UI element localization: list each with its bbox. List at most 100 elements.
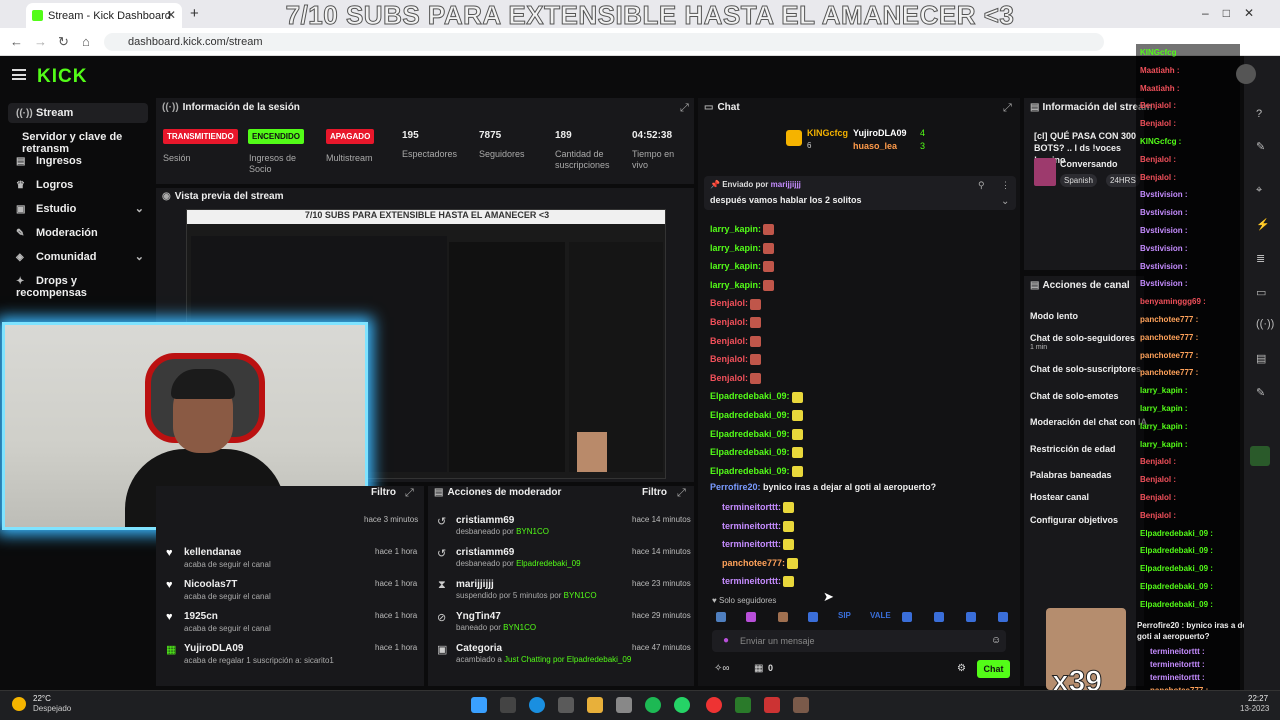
emote-label[interactable]: VALE <box>870 611 891 620</box>
forward-icon[interactable]: → <box>34 34 47 49</box>
sidebar-item-estudio[interactable]: ▣ Estudio ⌄ <box>8 199 148 219</box>
chat-user[interactable]: Benjalol: <box>710 373 748 383</box>
spotify-icon[interactable] <box>645 697 661 713</box>
windows-start-icon[interactable] <box>471 697 487 713</box>
home-icon[interactable]: ⌂ <box>82 34 90 49</box>
green-app-icon[interactable] <box>1250 446 1270 466</box>
emote-icon[interactable] <box>808 612 818 622</box>
emote-icon[interactable] <box>746 612 756 622</box>
sidebar-item-ingresos[interactable]: ▤ Ingresos <box>8 151 148 171</box>
action-slow-mode[interactable]: Modo lento <box>1030 311 1078 321</box>
activity-filter-button[interactable]: Filtro <box>371 487 396 498</box>
chat-user[interactable]: Benjalol: <box>710 298 748 308</box>
chat-user[interactable]: panchotee777: <box>722 558 785 568</box>
action-emotes-only[interactable]: Chat de solo-emotes <box>1030 391 1119 401</box>
chat-user[interactable]: termineitorttt: <box>722 539 781 549</box>
chat-user[interactable]: Benjalol: <box>710 354 748 364</box>
chat-user[interactable]: Elpadredebaki_09: <box>710 429 790 439</box>
send-chat-button[interactable]: Chat <box>977 660 1010 678</box>
chat-user[interactable]: Elpadredebaki_09: <box>710 391 790 401</box>
app-icon-3[interactable] <box>793 697 809 713</box>
emoji-icon[interactable]: ☺ <box>991 635 1001 646</box>
chat-user[interactable]: termineitorttt: <box>722 521 781 531</box>
mod-user[interactable]: BYN1CO <box>516 527 549 536</box>
search-icon[interactable] <box>500 697 516 713</box>
kick-logo[interactable]: KICK <box>37 66 87 88</box>
browser-tab[interactable]: Stream - Kick Dashboard ✕ <box>26 3 182 28</box>
top-gifter[interactable]: YujiroDLA09 <box>853 128 907 138</box>
emote-icon[interactable] <box>778 612 788 622</box>
emote-icon[interactable] <box>998 612 1008 622</box>
menu-icon[interactable] <box>12 69 26 80</box>
tag[interactable]: 24HRS <box>1106 174 1140 187</box>
edge-icon[interactable] <box>529 697 545 713</box>
sidebar-item-logros[interactable]: ♛ Logros <box>8 175 148 195</box>
reload-icon[interactable]: ↻ <box>58 34 69 50</box>
monitor-icon[interactable]: ▤ <box>1256 352 1266 365</box>
chevron-down-icon[interactable]: ⌄ <box>1001 196 1009 207</box>
top-gifter[interactable]: KINGcfcg <box>807 128 848 138</box>
chat-user[interactable]: larry_kapin: <box>710 261 761 271</box>
clock[interactable]: 22:27 <box>1248 694 1268 703</box>
chat-user[interactable]: Benjalol: <box>710 317 748 327</box>
top-gifter[interactable]: huaso_lea <box>853 141 897 151</box>
category-name[interactable]: Just Chatting <box>504 655 551 664</box>
radio-icon[interactable]: ((·)) <box>1256 318 1274 330</box>
sidebar-item-stream[interactable]: ((·)) Stream <box>8 103 148 123</box>
app-icon-2[interactable] <box>764 697 780 713</box>
chat-user[interactable]: Elpadredebaki_09: <box>710 447 790 457</box>
chrome-icon[interactable] <box>706 697 722 713</box>
folder-icon[interactable] <box>587 697 603 713</box>
sidebar-item-drops[interactable]: ✦ Drops y recompensas <box>8 271 148 299</box>
mod-target[interactable]: cristiamm69 <box>456 515 514 526</box>
chat-user[interactable]: Benjalol: <box>710 336 748 346</box>
mic-icon[interactable]: ● <box>723 635 729 646</box>
expand-icon[interactable]: ⤢ <box>1003 102 1012 115</box>
bolt-icon[interactable]: ⚡ <box>1256 218 1270 231</box>
whatsapp-icon[interactable] <box>674 697 690 713</box>
sidebar-item-server-key[interactable]: Servidor y clave de retransm <box>14 127 164 155</box>
chat-user[interactable]: larry_kapin: <box>710 280 761 290</box>
emote-icon[interactable] <box>966 612 976 622</box>
activity-user[interactable]: 1925cn <box>184 611 218 622</box>
sidebar-item-comunidad[interactable]: ◈ Comunidad ⌄ <box>8 247 148 267</box>
mod-user[interactable]: Elpadredebaki_09 <box>516 559 581 568</box>
unpin-icon[interactable]: ⚲ <box>978 180 985 191</box>
action-followers-only[interactable]: Chat de solo-seguidores <box>1030 333 1135 343</box>
back-icon[interactable]: ← <box>10 34 23 49</box>
wrench-icon[interactable]: ✎ <box>1256 386 1265 399</box>
action-host-channel[interactable]: Hostear canal <box>1030 492 1089 502</box>
mod-target[interactable]: marijjijjj <box>456 579 494 590</box>
layers-icon[interactable]: ≣ <box>1256 252 1265 265</box>
chat-user[interactable]: termineitorttt: <box>722 502 781 512</box>
chat-input-placeholder[interactable]: Enviar un mensaje <box>740 636 815 646</box>
chat-user[interactable]: termineitorttt: <box>722 576 781 586</box>
mod-user[interactable]: por Elpadredebaki_09 <box>553 655 631 664</box>
close-tab-icon[interactable]: ✕ <box>166 8 176 22</box>
emote-icon[interactable] <box>902 612 912 622</box>
expand-icon[interactable]: ⤢ <box>405 487 414 500</box>
action-ai-moderation[interactable]: Moderación del chat con IA <box>1030 417 1147 427</box>
avatar[interactable] <box>1236 64 1256 84</box>
app-icon[interactable] <box>616 697 632 713</box>
xbox-icon[interactable] <box>735 697 751 713</box>
mod-target[interactable]: cristiamm69 <box>456 547 514 558</box>
chat-user[interactable]: larry_kapin: <box>710 243 761 253</box>
action-goals[interactable]: Configurar objetivos <box>1030 515 1118 525</box>
emote-icon[interactable] <box>934 612 944 622</box>
mod-user[interactable]: BYN1CO <box>564 591 597 600</box>
chat-user[interactable]: Elpadredebaki_09: <box>710 410 790 420</box>
mod-user[interactable]: BYN1CO <box>503 623 536 632</box>
pinned-by-user[interactable]: marijjijjj <box>771 180 801 189</box>
chat-user[interactable]: Elpadredebaki_09: <box>710 466 790 476</box>
emote-label[interactable]: SIP <box>838 611 851 620</box>
category-name[interactable]: Conversando <box>1060 159 1118 169</box>
tag[interactable]: Spanish <box>1060 174 1097 187</box>
activity-user[interactable]: kellendanae <box>184 547 241 558</box>
action-age-restriction[interactable]: Restricción de edad <box>1030 444 1116 454</box>
gear-icon[interactable]: ⚙ <box>957 663 966 674</box>
action-banned-words[interactable]: Palabras baneadas <box>1030 470 1112 480</box>
sidebar-item-moderacion[interactable]: ✎ Moderación <box>8 223 148 243</box>
more-icon[interactable]: ⋮ <box>1001 180 1010 191</box>
emote-icon[interactable] <box>716 612 726 622</box>
